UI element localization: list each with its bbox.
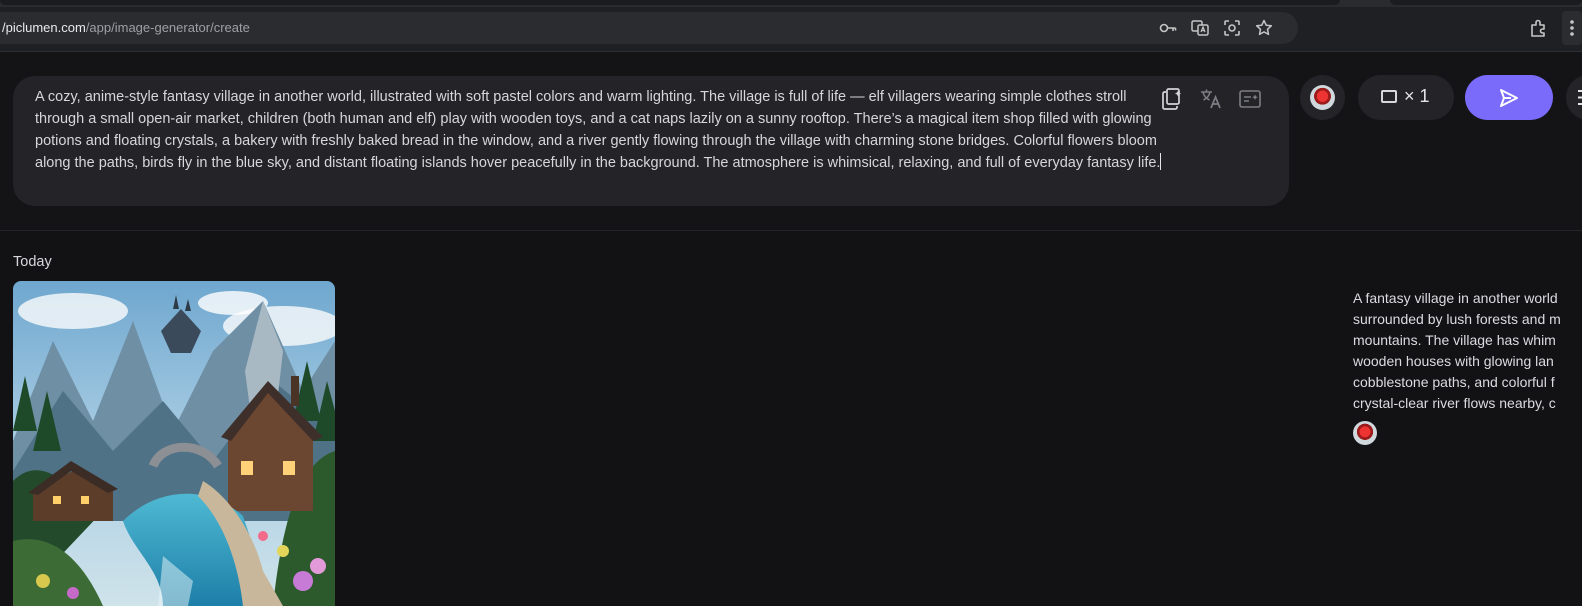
url-host: /piclumen.com [2,20,86,35]
prompt-input[interactable]: A cozy, anime-style fantasy village in a… [13,76,1289,206]
more-icon[interactable] [1562,11,1582,45]
prompt-area: A cozy, anime-style fantasy village in a… [0,52,1582,231]
address-bar[interactable]: /piclumen.com/app/image-generator/create [0,12,1298,44]
history-prompt-line: mountains. The village has whim [1353,332,1556,348]
generated-image[interactable] [13,281,335,606]
history-model-avatar [1353,421,1377,445]
history-prompt-line: surrounded by lush forests and m [1353,311,1561,327]
text-caret [1160,153,1162,170]
history-prompt-line: cobblestone paths, and colorful f [1353,374,1555,390]
address-url[interactable]: /piclumen.com/app/image-generator/create [2,20,250,35]
prompt-value: A cozy, anime-style fantasy village in a… [35,89,1161,171]
lens-icon[interactable] [1222,18,1242,38]
aspect-ratio-icon [1381,90,1397,103]
generated-image-picture [13,281,335,606]
history-prompt-text[interactable]: A fantasy village in another world surro… [1353,288,1582,414]
prompt-enhance-icon[interactable] [1237,86,1263,112]
menu-icon [1578,90,1582,105]
browser-toolbar: /piclumen.com/app/image-generator/create [0,7,1582,52]
model-select-button[interactable] [1300,75,1345,120]
model-avatar [1310,85,1335,110]
aspect-count-button[interactable]: × 1 [1358,75,1454,120]
extensions-icon[interactable] [1528,17,1550,39]
menu-button[interactable] [1566,75,1582,120]
prompt-library-icon[interactable] [1158,86,1184,112]
history-prompt-line: wooden houses with glowing lan [1353,353,1554,369]
key-icon[interactable] [1158,18,1178,38]
browser-tab[interactable] [1390,0,1582,5]
image-generator-app: A cozy, anime-style fantasy village in a… [0,52,1582,606]
history-prompt-line: crystal-clear river flows nearby, c [1353,395,1556,411]
send-icon [1500,89,1518,107]
history-prompt-line: A fantasy village in another world [1353,290,1558,306]
translate-icon[interactable] [1190,18,1210,38]
prompt-text[interactable]: A cozy, anime-style fantasy village in a… [35,86,1163,174]
translate-prompt-icon[interactable] [1198,86,1224,112]
image-count-label: × 1 [1404,86,1430,106]
url-path: /app/image-generator/create [85,20,250,35]
browser-tab[interactable] [0,0,1340,5]
history-date-heading: Today [13,254,52,270]
generate-button[interactable] [1465,75,1553,120]
star-icon[interactable] [1254,18,1274,38]
browser-tabstrip [0,0,1582,7]
